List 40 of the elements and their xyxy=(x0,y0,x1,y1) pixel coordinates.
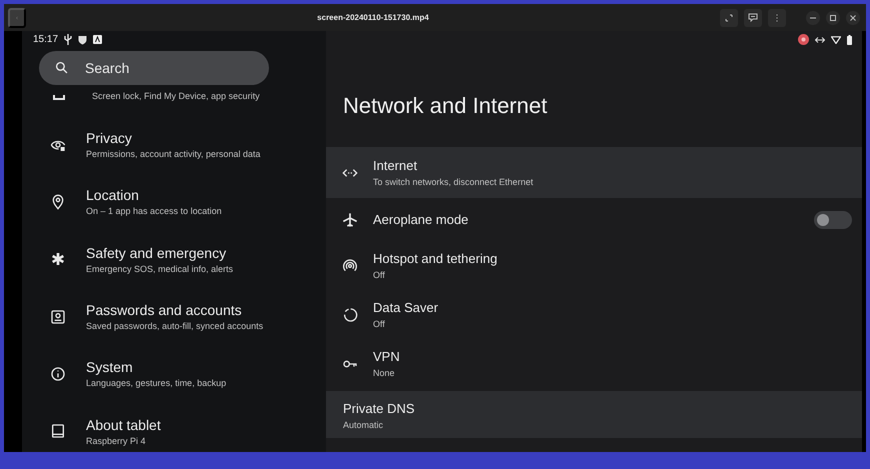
network-setting-row[interactable]: Data Saver Off xyxy=(326,290,862,339)
setting-title: Location xyxy=(86,187,140,204)
search-field[interactable]: Search xyxy=(39,51,269,85)
setting-subtitle: Off xyxy=(373,270,386,280)
setting-subtitle: Languages, gestures, time, backup xyxy=(86,378,226,388)
setting-title: Privacy xyxy=(86,130,133,146)
setting-title: System xyxy=(86,359,134,376)
settings-item[interactable]: Safety and emergency Emergency SOS, medical info, alerts xyxy=(22,230,326,288)
network-setting-row[interactable]: Internet To switch networks, disconnect Ethernet xyxy=(326,147,862,198)
settings-item[interactable]: Passwords and accounts Saved passwords, auto-fill, synced accounts xyxy=(22,288,326,346)
setting-subtitle: On – 1 app has access to location xyxy=(86,206,222,216)
setting-subtitle: Permissions, account activity, personal data xyxy=(86,149,260,160)
setting-title: Internet xyxy=(373,158,418,173)
page-title: Network and Internet xyxy=(343,93,548,119)
settings-item[interactable]: About tablet Raspberry Pi 4 xyxy=(22,402,326,452)
setting-title: Aeroplane mode xyxy=(373,212,470,227)
clock: 15:17 xyxy=(33,34,58,45)
setting-subtitle: Automatic xyxy=(343,420,384,430)
settings-item[interactable]: Location On – 1 app has access to location xyxy=(22,173,326,231)
setting-title: Passwords and accounts xyxy=(86,302,243,318)
setting-subtitle: To switch networks, disconnect Ethernet xyxy=(373,177,534,187)
setting-title: Hotspot and tethering xyxy=(373,251,498,266)
window-title: screen-20240110-151730.mp4 xyxy=(316,13,430,22)
settings-item[interactable]: Privacy Permissions, account activity, personal data xyxy=(22,116,326,174)
network-setting-row[interactable]: Private DNS Automatic xyxy=(326,391,862,438)
setting-subtitle: Off xyxy=(373,319,386,329)
settings-item[interactable]: System Languages, gestures, time, backup xyxy=(22,345,326,402)
setting-title: VPN xyxy=(373,349,401,364)
network-setting-row[interactable]: Hotspot and tethering Off xyxy=(326,241,862,290)
setting-subtitle: Screen lock, Find My Device, app security xyxy=(92,91,260,101)
setting-title: Data Saver xyxy=(373,300,440,315)
setting-subtitle: Saved passwords, auto-fill, synced accounts xyxy=(86,321,264,332)
setting-subtitle: Emergency SOS, medical info, alerts xyxy=(86,264,234,274)
setting-subtitle: Raspberry Pi 4 xyxy=(86,436,147,446)
setting-title: Safety and emergency xyxy=(86,244,228,261)
network-setting-row[interactable]: VPN None xyxy=(326,339,862,388)
network-setting-row[interactable]: Aeroplane mode xyxy=(326,198,862,241)
setting-subtitle: None xyxy=(373,368,396,378)
setting-title: Private DNS xyxy=(343,401,416,416)
setting-title: About tablet xyxy=(86,416,161,433)
